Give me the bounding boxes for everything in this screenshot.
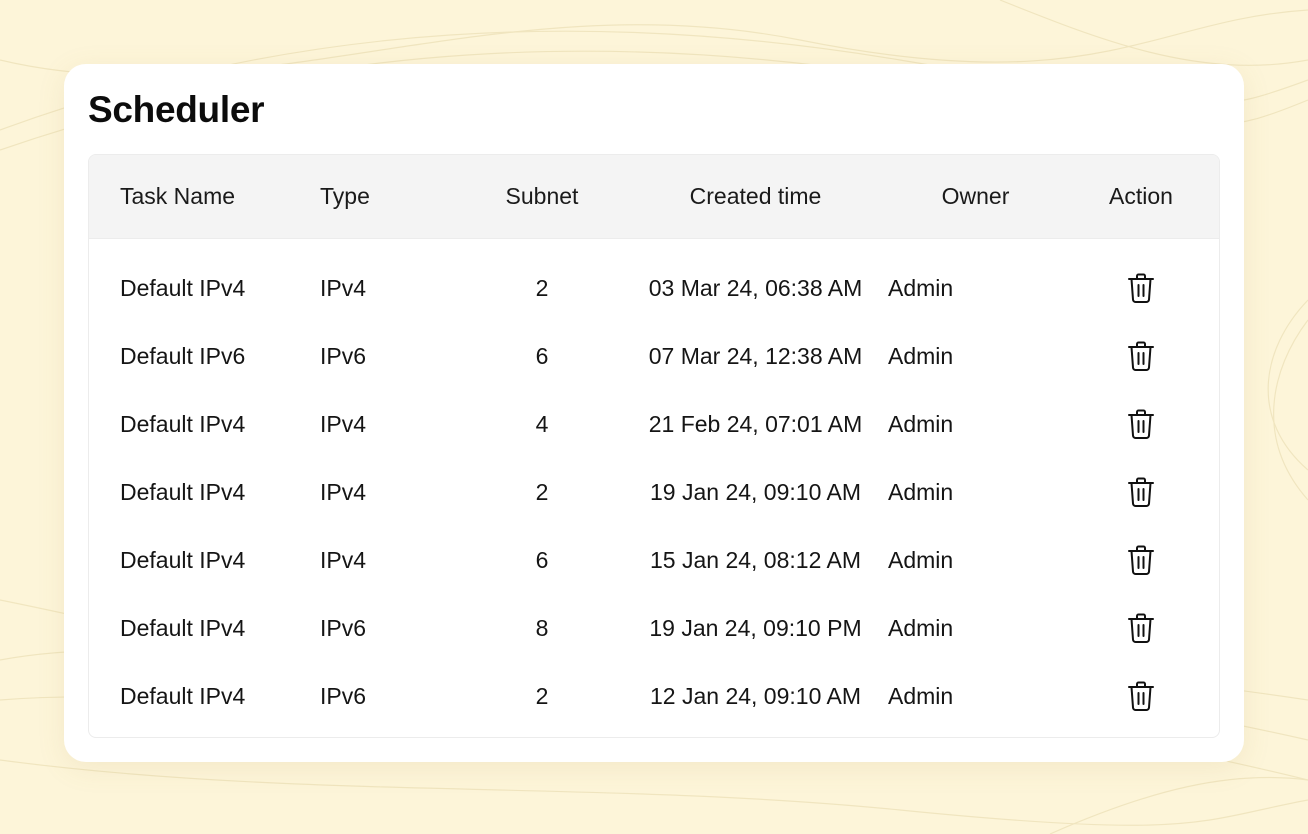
table-row[interactable]: Default IPv4 IPv4 2 19 Jan 24, 09:10 AM … [89, 458, 1219, 526]
column-header-task-name[interactable]: Task Name [89, 155, 320, 239]
subnet-cell: 6 [535, 546, 549, 573]
trash-icon[interactable] [1126, 680, 1156, 712]
page-title: Scheduler [88, 89, 265, 130]
task-name-cell: Default IPv4 [120, 274, 246, 301]
table-row[interactable]: Default IPv4 IPv6 8 19 Jan 24, 09:10 PM … [89, 594, 1219, 662]
trash-icon[interactable] [1126, 476, 1156, 508]
action-cell [1063, 390, 1219, 458]
type-cell: IPv4 [320, 546, 367, 573]
created-time-cell: 15 Jan 24, 08:12 AM [650, 546, 861, 573]
owner-cell: Admin [888, 410, 954, 437]
created-time-cell: 19 Jan 24, 09:10 AM [650, 478, 861, 505]
subnet-cell: 2 [535, 274, 549, 301]
task-name-cell: Default IPv4 [120, 410, 246, 437]
trash-icon[interactable] [1126, 544, 1156, 576]
type-cell: IPv4 [320, 478, 367, 505]
action-cell [1063, 458, 1219, 526]
type-cell: IPv6 [320, 342, 367, 369]
owner-cell: Admin [888, 478, 954, 505]
owner-cell: Admin [888, 682, 954, 709]
scheduler-table: Task Name Type Subnet Created time Owner… [89, 155, 1219, 730]
created-time-cell: 03 Mar 24, 06:38 AM [648, 274, 863, 301]
subnet-cell: 4 [535, 410, 549, 437]
table-header: Task Name Type Subnet Created time Owner… [89, 155, 1219, 239]
owner-cell: Admin [888, 546, 954, 573]
type-cell: IPv4 [320, 410, 367, 437]
task-name-cell: Default IPv6 [120, 342, 246, 369]
type-cell: IPv6 [320, 614, 367, 641]
action-cell [1063, 322, 1219, 390]
owner-cell: Admin [888, 614, 954, 641]
trash-icon[interactable] [1126, 612, 1156, 644]
trash-icon[interactable] [1126, 272, 1156, 304]
table-header-row: Task Name Type Subnet Created time Owner… [89, 155, 1219, 239]
created-time-cell: 19 Jan 24, 09:10 PM [649, 614, 862, 641]
subnet-cell: 8 [535, 614, 549, 641]
task-name-cell: Default IPv4 [120, 478, 246, 505]
action-cell [1063, 254, 1219, 322]
subnet-cell: 2 [535, 478, 549, 505]
created-time-cell: 21 Feb 24, 07:01 AM [648, 410, 863, 437]
task-name-cell: Default IPv4 [120, 614, 246, 641]
column-header-action: Action [1063, 155, 1219, 239]
action-cell [1063, 526, 1219, 594]
action-cell [1063, 662, 1219, 730]
table-row[interactable]: Default IPv4 IPv6 2 12 Jan 24, 09:10 AM … [89, 662, 1219, 730]
column-header-type[interactable]: Type [320, 155, 461, 239]
created-time-cell: 07 Mar 24, 12:38 AM [648, 342, 863, 369]
table-spacer [89, 238, 1219, 254]
type-cell: IPv6 [320, 682, 367, 709]
table-row[interactable]: Default IPv4 IPv4 6 15 Jan 24, 08:12 AM … [89, 526, 1219, 594]
owner-cell: Admin [888, 274, 954, 301]
trash-icon[interactable] [1126, 408, 1156, 440]
table-row[interactable]: Default IPv6 IPv6 6 07 Mar 24, 12:38 AM … [89, 322, 1219, 390]
type-cell: IPv4 [320, 274, 367, 301]
table-row[interactable]: Default IPv4 IPv4 4 21 Feb 24, 07:01 AM … [89, 390, 1219, 458]
trash-icon[interactable] [1126, 340, 1156, 372]
subnet-cell: 6 [535, 342, 549, 369]
scheduler-card: Scheduler Task Name Type Subnet Created … [64, 64, 1244, 762]
column-header-created-time[interactable]: Created time [623, 155, 888, 239]
table-row[interactable]: Default IPv4 IPv4 2 03 Mar 24, 06:38 AM … [89, 254, 1219, 322]
owner-cell: Admin [888, 342, 954, 369]
task-name-cell: Default IPv4 [120, 682, 246, 709]
column-header-subnet[interactable]: Subnet [461, 155, 623, 239]
column-header-owner[interactable]: Owner [888, 155, 1063, 239]
scheduler-table-container: Task Name Type Subnet Created time Owner… [88, 154, 1220, 738]
action-cell [1063, 594, 1219, 662]
table-body: Default IPv4 IPv4 2 03 Mar 24, 06:38 AM … [89, 238, 1219, 730]
subnet-cell: 2 [535, 682, 549, 709]
created-time-cell: 12 Jan 24, 09:10 AM [650, 682, 861, 709]
task-name-cell: Default IPv4 [120, 546, 246, 573]
